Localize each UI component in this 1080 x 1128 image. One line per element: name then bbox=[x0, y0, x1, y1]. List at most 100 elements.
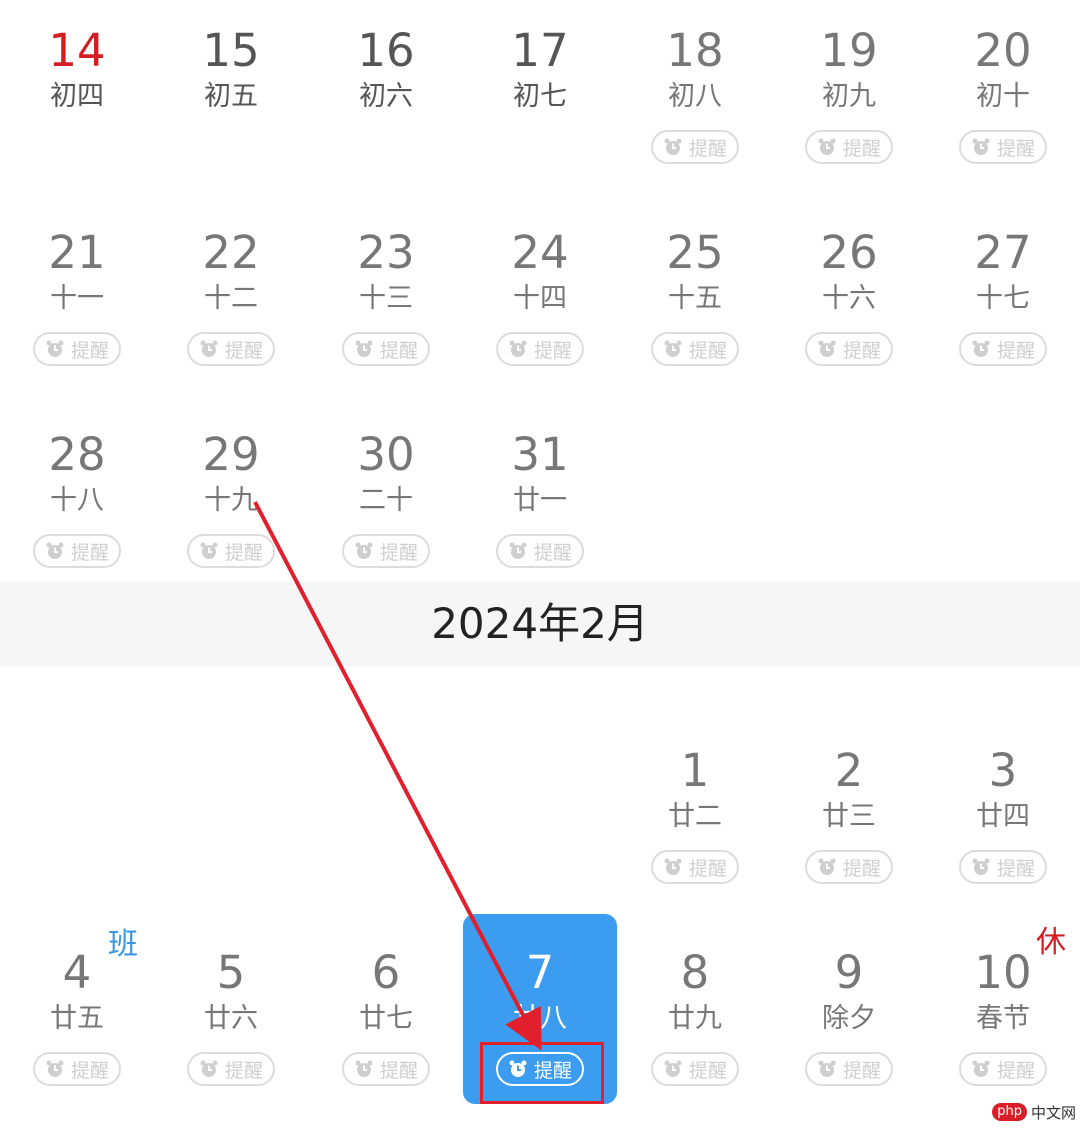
day-number: 28 bbox=[48, 428, 106, 481]
day-number: 7 bbox=[525, 946, 555, 999]
lunar-date: 廿八 bbox=[513, 1003, 567, 1034]
remind-label: 提醒 bbox=[996, 857, 1035, 880]
remind-button[interactable]: 提醒 bbox=[187, 534, 275, 568]
remind-button[interactable]: 提醒 bbox=[805, 130, 893, 164]
remind-button[interactable]: 提醒 bbox=[33, 332, 121, 366]
day-cell-jan-20[interactable]: 20 初十 提醒 bbox=[926, 0, 1080, 180]
remind-button[interactable]: 提醒 bbox=[33, 1052, 121, 1086]
day-cell-jan-31[interactable]: 31 廿一 提醒 bbox=[463, 404, 617, 584]
remind-button[interactable]: 提醒 bbox=[959, 332, 1047, 366]
day-cell-jan-14[interactable]: 14 初四 bbox=[0, 0, 154, 180]
remind-label: 提醒 bbox=[996, 339, 1035, 362]
alarm-clock-icon bbox=[200, 340, 218, 357]
remind-button[interactable]: 提醒 bbox=[959, 130, 1047, 164]
day-cell-jan-30[interactable]: 30 二十 提醒 bbox=[309, 404, 463, 584]
remind-button[interactable]: 提醒 bbox=[805, 850, 893, 884]
remind-button[interactable]: 提醒 bbox=[187, 1052, 275, 1086]
day-cell-feb-10[interactable]: 休 10 春节 提醒 bbox=[926, 922, 1080, 1102]
remind-button[interactable]: 提醒 bbox=[805, 332, 893, 366]
remind-button[interactable]: 提醒 bbox=[187, 332, 275, 366]
day-number: 29 bbox=[202, 428, 260, 481]
remind-button[interactable]: 提醒 bbox=[342, 1052, 430, 1086]
lunar-date: 除夕 bbox=[822, 1003, 876, 1034]
alarm-clock-icon bbox=[818, 1060, 836, 1077]
remind-label: 提醒 bbox=[842, 339, 881, 362]
remind-label: 提醒 bbox=[533, 339, 572, 362]
alarm-clock-icon bbox=[46, 542, 64, 559]
alarm-clock-icon bbox=[664, 340, 682, 357]
day-cell-jan-22[interactable]: 22 十二 提醒 bbox=[154, 202, 308, 382]
day-cell-feb-5[interactable]: 5 廿六 提醒 bbox=[154, 922, 308, 1102]
remind-button[interactable]: 提醒 bbox=[651, 1052, 739, 1086]
alarm-clock-icon bbox=[355, 1060, 373, 1077]
alarm-clock-icon bbox=[664, 138, 682, 155]
remind-button[interactable]: 提醒 bbox=[651, 130, 739, 164]
watermark-badge: php bbox=[992, 1103, 1027, 1121]
day-number: 23 bbox=[357, 226, 415, 279]
alarm-clock-icon bbox=[818, 138, 836, 155]
day-number: 27 bbox=[974, 226, 1032, 279]
day-number: 15 bbox=[202, 24, 260, 77]
day-cell-jan-19[interactable]: 19 初九 提醒 bbox=[772, 0, 926, 180]
day-cell-jan-24[interactable]: 24 十四 提醒 bbox=[463, 202, 617, 382]
month-title: 2024年2月 bbox=[431, 599, 649, 648]
remind-label: 提醒 bbox=[379, 541, 418, 564]
day-cell-jan-27[interactable]: 27 十七 提醒 bbox=[926, 202, 1080, 382]
day-number: 16 bbox=[357, 24, 415, 77]
day-cell-jan-25[interactable]: 25 十五 提醒 bbox=[618, 202, 772, 382]
day-cell-jan-26[interactable]: 26 十六 提醒 bbox=[772, 202, 926, 382]
lunar-date: 廿四 bbox=[976, 801, 1030, 832]
day-cell-feb-9[interactable]: 9 除夕 提醒 bbox=[772, 922, 926, 1102]
annotation-highlight-box bbox=[480, 1042, 604, 1104]
lunar-date: 初八 bbox=[668, 81, 722, 112]
day-cell-jan-17[interactable]: 17 初七 bbox=[463, 0, 617, 180]
day-cell-jan-28[interactable]: 28 十八 提醒 bbox=[0, 404, 154, 584]
day-cell-jan-23[interactable]: 23 十三 提醒 bbox=[309, 202, 463, 382]
remind-label: 提醒 bbox=[688, 339, 727, 362]
day-cell-feb-2[interactable]: 2 廿三 提醒 bbox=[772, 720, 926, 900]
day-number: 14 bbox=[48, 24, 106, 77]
day-cell-jan-15[interactable]: 15 初五 bbox=[154, 0, 308, 180]
remind-label: 提醒 bbox=[996, 1059, 1035, 1082]
day-number: 1 bbox=[680, 744, 710, 797]
day-cell-jan-21[interactable]: 21 十一 提醒 bbox=[0, 202, 154, 382]
day-cell-feb-1[interactable]: 1 廿二 提醒 bbox=[618, 720, 772, 900]
alarm-clock-icon bbox=[509, 340, 527, 357]
lunar-date: 十七 bbox=[976, 283, 1030, 314]
remind-button[interactable]: 提醒 bbox=[959, 850, 1047, 884]
remind-button[interactable]: 提醒 bbox=[496, 332, 584, 366]
day-cell-jan-16[interactable]: 16 初六 bbox=[309, 0, 463, 180]
alarm-clock-icon bbox=[200, 542, 218, 559]
remind-button[interactable]: 提醒 bbox=[496, 534, 584, 568]
remind-button[interactable]: 提醒 bbox=[342, 332, 430, 366]
day-cell-feb-6[interactable]: 6 廿七 提醒 bbox=[309, 922, 463, 1102]
alarm-clock-icon bbox=[200, 1060, 218, 1077]
alarm-clock-icon bbox=[664, 1060, 682, 1077]
day-cell-jan-29[interactable]: 29 十九 提醒 bbox=[154, 404, 308, 584]
alarm-clock-icon bbox=[664, 858, 682, 875]
lunar-date: 廿七 bbox=[359, 1003, 413, 1034]
day-cell-feb-4[interactable]: 班 4 廿五 提醒 bbox=[0, 922, 154, 1102]
remind-button[interactable]: 提醒 bbox=[342, 534, 430, 568]
remind-label: 提醒 bbox=[379, 1059, 418, 1082]
alarm-clock-icon bbox=[972, 858, 990, 875]
lunar-date: 廿三 bbox=[822, 801, 876, 832]
day-cell-feb-8[interactable]: 8 廿九 提醒 bbox=[618, 922, 772, 1102]
lunar-date: 十一 bbox=[50, 283, 104, 314]
day-cell-jan-18[interactable]: 18 初八 提醒 bbox=[618, 0, 772, 180]
day-number: 5 bbox=[216, 946, 246, 999]
lunar-date: 春节 bbox=[976, 1003, 1030, 1034]
alarm-clock-icon bbox=[972, 340, 990, 357]
day-cell-feb-3[interactable]: 3 廿四 提醒 bbox=[926, 720, 1080, 900]
remind-button[interactable]: 提醒 bbox=[33, 534, 121, 568]
lunar-date: 初十 bbox=[976, 81, 1030, 112]
remind-button[interactable]: 提醒 bbox=[805, 1052, 893, 1086]
remind-button[interactable]: 提醒 bbox=[651, 850, 739, 884]
lunar-date: 十四 bbox=[513, 283, 567, 314]
day-number: 26 bbox=[820, 226, 878, 279]
remind-button[interactable]: 提醒 bbox=[651, 332, 739, 366]
alarm-clock-icon bbox=[972, 138, 990, 155]
alarm-clock-icon bbox=[818, 858, 836, 875]
remind-button[interactable]: 提醒 bbox=[959, 1052, 1047, 1086]
lunar-date: 十三 bbox=[359, 283, 413, 314]
